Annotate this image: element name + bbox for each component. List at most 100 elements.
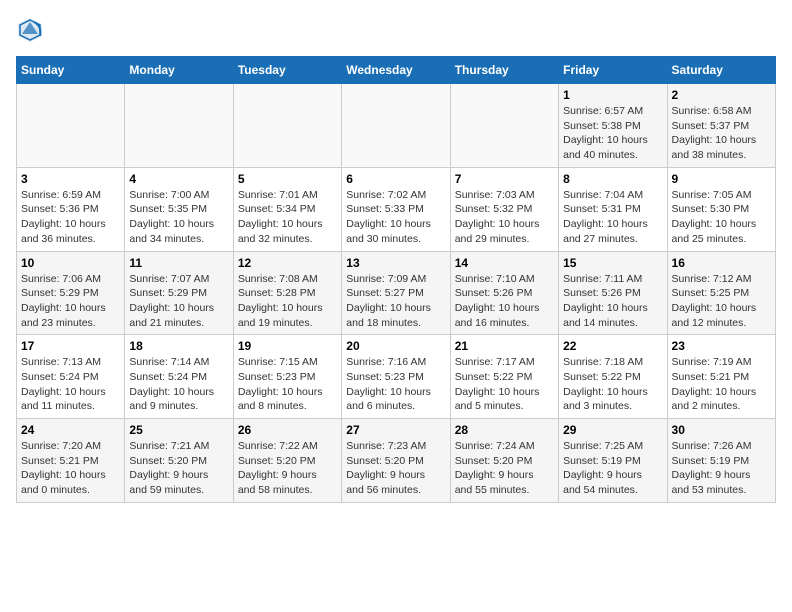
day-info: Sunrise: 7:06 AM Sunset: 5:29 PM Dayligh… <box>21 272 120 331</box>
calendar-cell: 10 Sunrise: 7:06 AM Sunset: 5:29 PM Dayli… <box>17 251 125 335</box>
weekday-header: Wednesday <box>342 57 450 84</box>
day-number: 7 <box>455 172 554 186</box>
calendar-cell: 21 Sunrise: 7:17 AM Sunset: 5:22 PM Dayli… <box>450 335 558 419</box>
calendar-cell: 30Sunrise: 7:26 AM Sunset: 5:19 PM Dayli… <box>667 419 775 503</box>
calendar-cell: 17 Sunrise: 7:13 AM Sunset: 5:24 PM Dayli… <box>17 335 125 419</box>
calendar-cell: 29 Sunrise: 7:25 AM Sunset: 5:19 PM Dayli… <box>559 419 667 503</box>
calendar-cell: 2 Sunrise: 6:58 AM Sunset: 5:37 PM Daylig… <box>667 84 775 168</box>
calendar-cell <box>450 84 558 168</box>
weekday-header: Monday <box>125 57 233 84</box>
weekday-header: Friday <box>559 57 667 84</box>
day-info: Sunrise: 7:14 AM Sunset: 5:24 PM Dayligh… <box>129 355 228 414</box>
calendar-cell: 23 Sunrise: 7:19 AM Sunset: 5:21 PM Dayli… <box>667 335 775 419</box>
day-number: 9 <box>672 172 771 186</box>
day-info: Sunrise: 7:21 AM Sunset: 5:20 PM Dayligh… <box>129 439 228 498</box>
calendar-cell: 26 Sunrise: 7:22 AM Sunset: 5:20 PM Dayli… <box>233 419 341 503</box>
day-info: Sunrise: 7:23 AM Sunset: 5:20 PM Dayligh… <box>346 439 445 498</box>
day-number: 30 <box>672 423 771 437</box>
day-number: 10 <box>21 256 120 270</box>
calendar-table: SundayMondayTuesdayWednesdayThursdayFrid… <box>16 56 776 503</box>
calendar-cell <box>342 84 450 168</box>
logo-icon <box>16 16 44 44</box>
day-info: Sunrise: 7:22 AM Sunset: 5:20 PM Dayligh… <box>238 439 337 498</box>
day-info: Sunrise: 7:25 AM Sunset: 5:19 PM Dayligh… <box>563 439 662 498</box>
weekday-header: Sunday <box>17 57 125 84</box>
day-info: Sunrise: 7:16 AM Sunset: 5:23 PM Dayligh… <box>346 355 445 414</box>
day-info: Sunrise: 7:24 AM Sunset: 5:20 PM Dayligh… <box>455 439 554 498</box>
day-info: Sunrise: 7:17 AM Sunset: 5:22 PM Dayligh… <box>455 355 554 414</box>
day-info: Sunrise: 7:19 AM Sunset: 5:21 PM Dayligh… <box>672 355 771 414</box>
day-info: Sunrise: 6:58 AM Sunset: 5:37 PM Dayligh… <box>672 104 771 163</box>
day-number: 22 <box>563 339 662 353</box>
calendar-cell: 27 Sunrise: 7:23 AM Sunset: 5:20 PM Dayli… <box>342 419 450 503</box>
day-number: 15 <box>563 256 662 270</box>
calendar-cell: 22 Sunrise: 7:18 AM Sunset: 5:22 PM Dayli… <box>559 335 667 419</box>
day-number: 4 <box>129 172 228 186</box>
calendar-cell: 8 Sunrise: 7:04 AM Sunset: 5:31 PM Daylig… <box>559 167 667 251</box>
calendar-cell <box>17 84 125 168</box>
calendar-cell <box>125 84 233 168</box>
day-number: 27 <box>346 423 445 437</box>
day-number: 14 <box>455 256 554 270</box>
calendar-cell: 20 Sunrise: 7:16 AM Sunset: 5:23 PM Dayli… <box>342 335 450 419</box>
calendar-cell: 6Sunrise: 7:02 AM Sunset: 5:33 PM Daylig… <box>342 167 450 251</box>
day-number: 18 <box>129 339 228 353</box>
day-info: Sunrise: 7:08 AM Sunset: 5:28 PM Dayligh… <box>238 272 337 331</box>
day-number: 28 <box>455 423 554 437</box>
calendar-cell: 4 Sunrise: 7:00 AM Sunset: 5:35 PM Daylig… <box>125 167 233 251</box>
day-number: 5 <box>238 172 337 186</box>
day-number: 23 <box>672 339 771 353</box>
day-number: 24 <box>21 423 120 437</box>
calendar-cell: 25 Sunrise: 7:21 AM Sunset: 5:20 PM Dayli… <box>125 419 233 503</box>
calendar-cell: 5 Sunrise: 7:01 AM Sunset: 5:34 PM Daylig… <box>233 167 341 251</box>
day-number: 17 <box>21 339 120 353</box>
day-info: Sunrise: 6:59 AM Sunset: 5:36 PM Dayligh… <box>21 188 120 247</box>
day-info: Sunrise: 7:09 AM Sunset: 5:27 PM Dayligh… <box>346 272 445 331</box>
day-number: 25 <box>129 423 228 437</box>
calendar-cell: 11 Sunrise: 7:07 AM Sunset: 5:29 PM Dayli… <box>125 251 233 335</box>
calendar-cell: 7 Sunrise: 7:03 AM Sunset: 5:32 PM Daylig… <box>450 167 558 251</box>
day-info: Sunrise: 7:15 AM Sunset: 5:23 PM Dayligh… <box>238 355 337 414</box>
calendar-cell: 9 Sunrise: 7:05 AM Sunset: 5:30 PM Daylig… <box>667 167 775 251</box>
day-number: 20 <box>346 339 445 353</box>
day-number: 16 <box>672 256 771 270</box>
day-number: 12 <box>238 256 337 270</box>
day-info: Sunrise: 7:12 AM Sunset: 5:25 PM Dayligh… <box>672 272 771 331</box>
calendar-header: SundayMondayTuesdayWednesdayThursdayFrid… <box>17 57 776 84</box>
calendar-cell: 15 Sunrise: 7:11 AM Sunset: 5:26 PM Dayli… <box>559 251 667 335</box>
day-number: 11 <box>129 256 228 270</box>
day-number: 3 <box>21 172 120 186</box>
calendar-cell: 3 Sunrise: 6:59 AM Sunset: 5:36 PM Daylig… <box>17 167 125 251</box>
page-header <box>16 16 776 44</box>
day-info: Sunrise: 7:10 AM Sunset: 5:26 PM Dayligh… <box>455 272 554 331</box>
calendar-cell: 24 Sunrise: 7:20 AM Sunset: 5:21 PM Dayli… <box>17 419 125 503</box>
day-info: Sunrise: 7:18 AM Sunset: 5:22 PM Dayligh… <box>563 355 662 414</box>
calendar-cell: 12 Sunrise: 7:08 AM Sunset: 5:28 PM Dayli… <box>233 251 341 335</box>
day-number: 26 <box>238 423 337 437</box>
weekday-header: Thursday <box>450 57 558 84</box>
calendar-cell: 19 Sunrise: 7:15 AM Sunset: 5:23 PM Dayli… <box>233 335 341 419</box>
calendar-cell: 14 Sunrise: 7:10 AM Sunset: 5:26 PM Dayli… <box>450 251 558 335</box>
day-info: Sunrise: 7:01 AM Sunset: 5:34 PM Dayligh… <box>238 188 337 247</box>
day-number: 8 <box>563 172 662 186</box>
day-info: Sunrise: 7:00 AM Sunset: 5:35 PM Dayligh… <box>129 188 228 247</box>
day-info: Sunrise: 7:05 AM Sunset: 5:30 PM Dayligh… <box>672 188 771 247</box>
day-number: 13 <box>346 256 445 270</box>
calendar-cell: 13 Sunrise: 7:09 AM Sunset: 5:27 PM Dayli… <box>342 251 450 335</box>
day-info: Sunrise: 7:07 AM Sunset: 5:29 PM Dayligh… <box>129 272 228 331</box>
day-number: 1 <box>563 88 662 102</box>
day-info: Sunrise: 6:57 AM Sunset: 5:38 PM Dayligh… <box>563 104 662 163</box>
day-info: Sunrise: 7:20 AM Sunset: 5:21 PM Dayligh… <box>21 439 120 498</box>
day-number: 19 <box>238 339 337 353</box>
day-info: Sunrise: 7:03 AM Sunset: 5:32 PM Dayligh… <box>455 188 554 247</box>
day-number: 6 <box>346 172 445 186</box>
calendar-cell: 1 Sunrise: 6:57 AM Sunset: 5:38 PM Daylig… <box>559 84 667 168</box>
day-number: 2 <box>672 88 771 102</box>
day-info: Sunrise: 7:11 AM Sunset: 5:26 PM Dayligh… <box>563 272 662 331</box>
day-number: 21 <box>455 339 554 353</box>
day-info: Sunrise: 7:13 AM Sunset: 5:24 PM Dayligh… <box>21 355 120 414</box>
day-number: 29 <box>563 423 662 437</box>
calendar-cell <box>233 84 341 168</box>
day-info: Sunrise: 7:04 AM Sunset: 5:31 PM Dayligh… <box>563 188 662 247</box>
calendar-cell: 18 Sunrise: 7:14 AM Sunset: 5:24 PM Dayli… <box>125 335 233 419</box>
